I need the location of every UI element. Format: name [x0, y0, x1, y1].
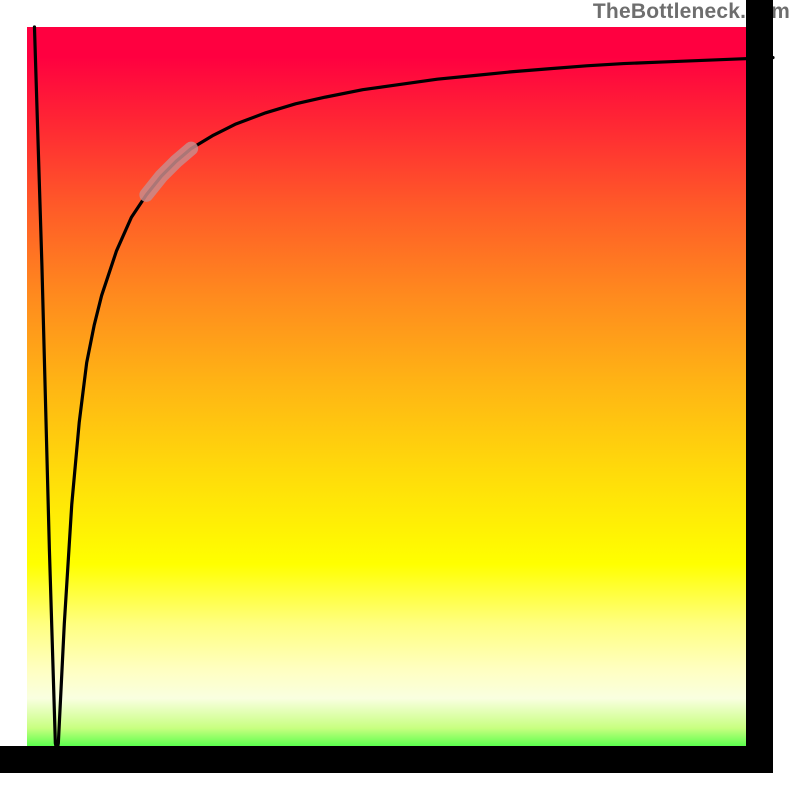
main-curve — [34, 27, 773, 751]
attribution-label: TheBottleneck.com — [593, 0, 790, 24]
curve-svg — [27, 27, 773, 773]
highlight-segment — [146, 149, 191, 195]
chart-container: TheBottleneck.com — [0, 0, 800, 800]
plot-area — [27, 27, 773, 773]
